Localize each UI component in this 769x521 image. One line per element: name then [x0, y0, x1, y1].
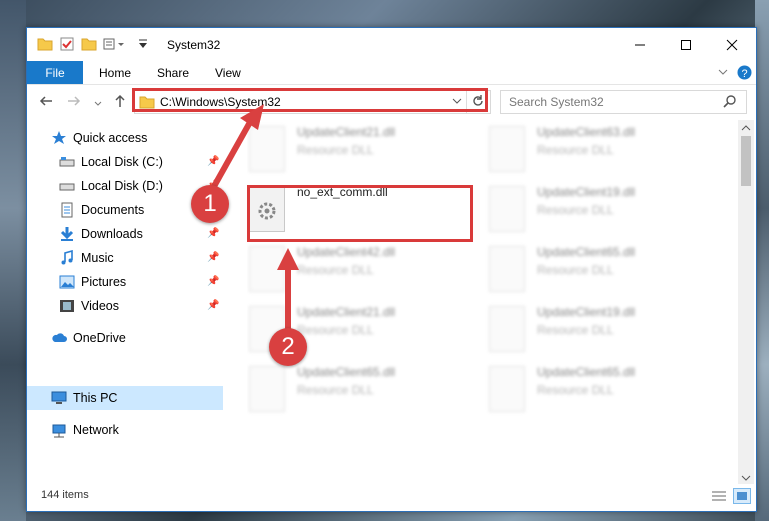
annotation-arrows: [209, 104, 299, 330]
arrow-1-shaft: [209, 113, 257, 192]
arrow-2-head: [277, 248, 299, 270]
callout-1: 1: [191, 185, 229, 223]
callout-2: 2: [269, 328, 307, 366]
arrow-1-head: [240, 104, 264, 130]
